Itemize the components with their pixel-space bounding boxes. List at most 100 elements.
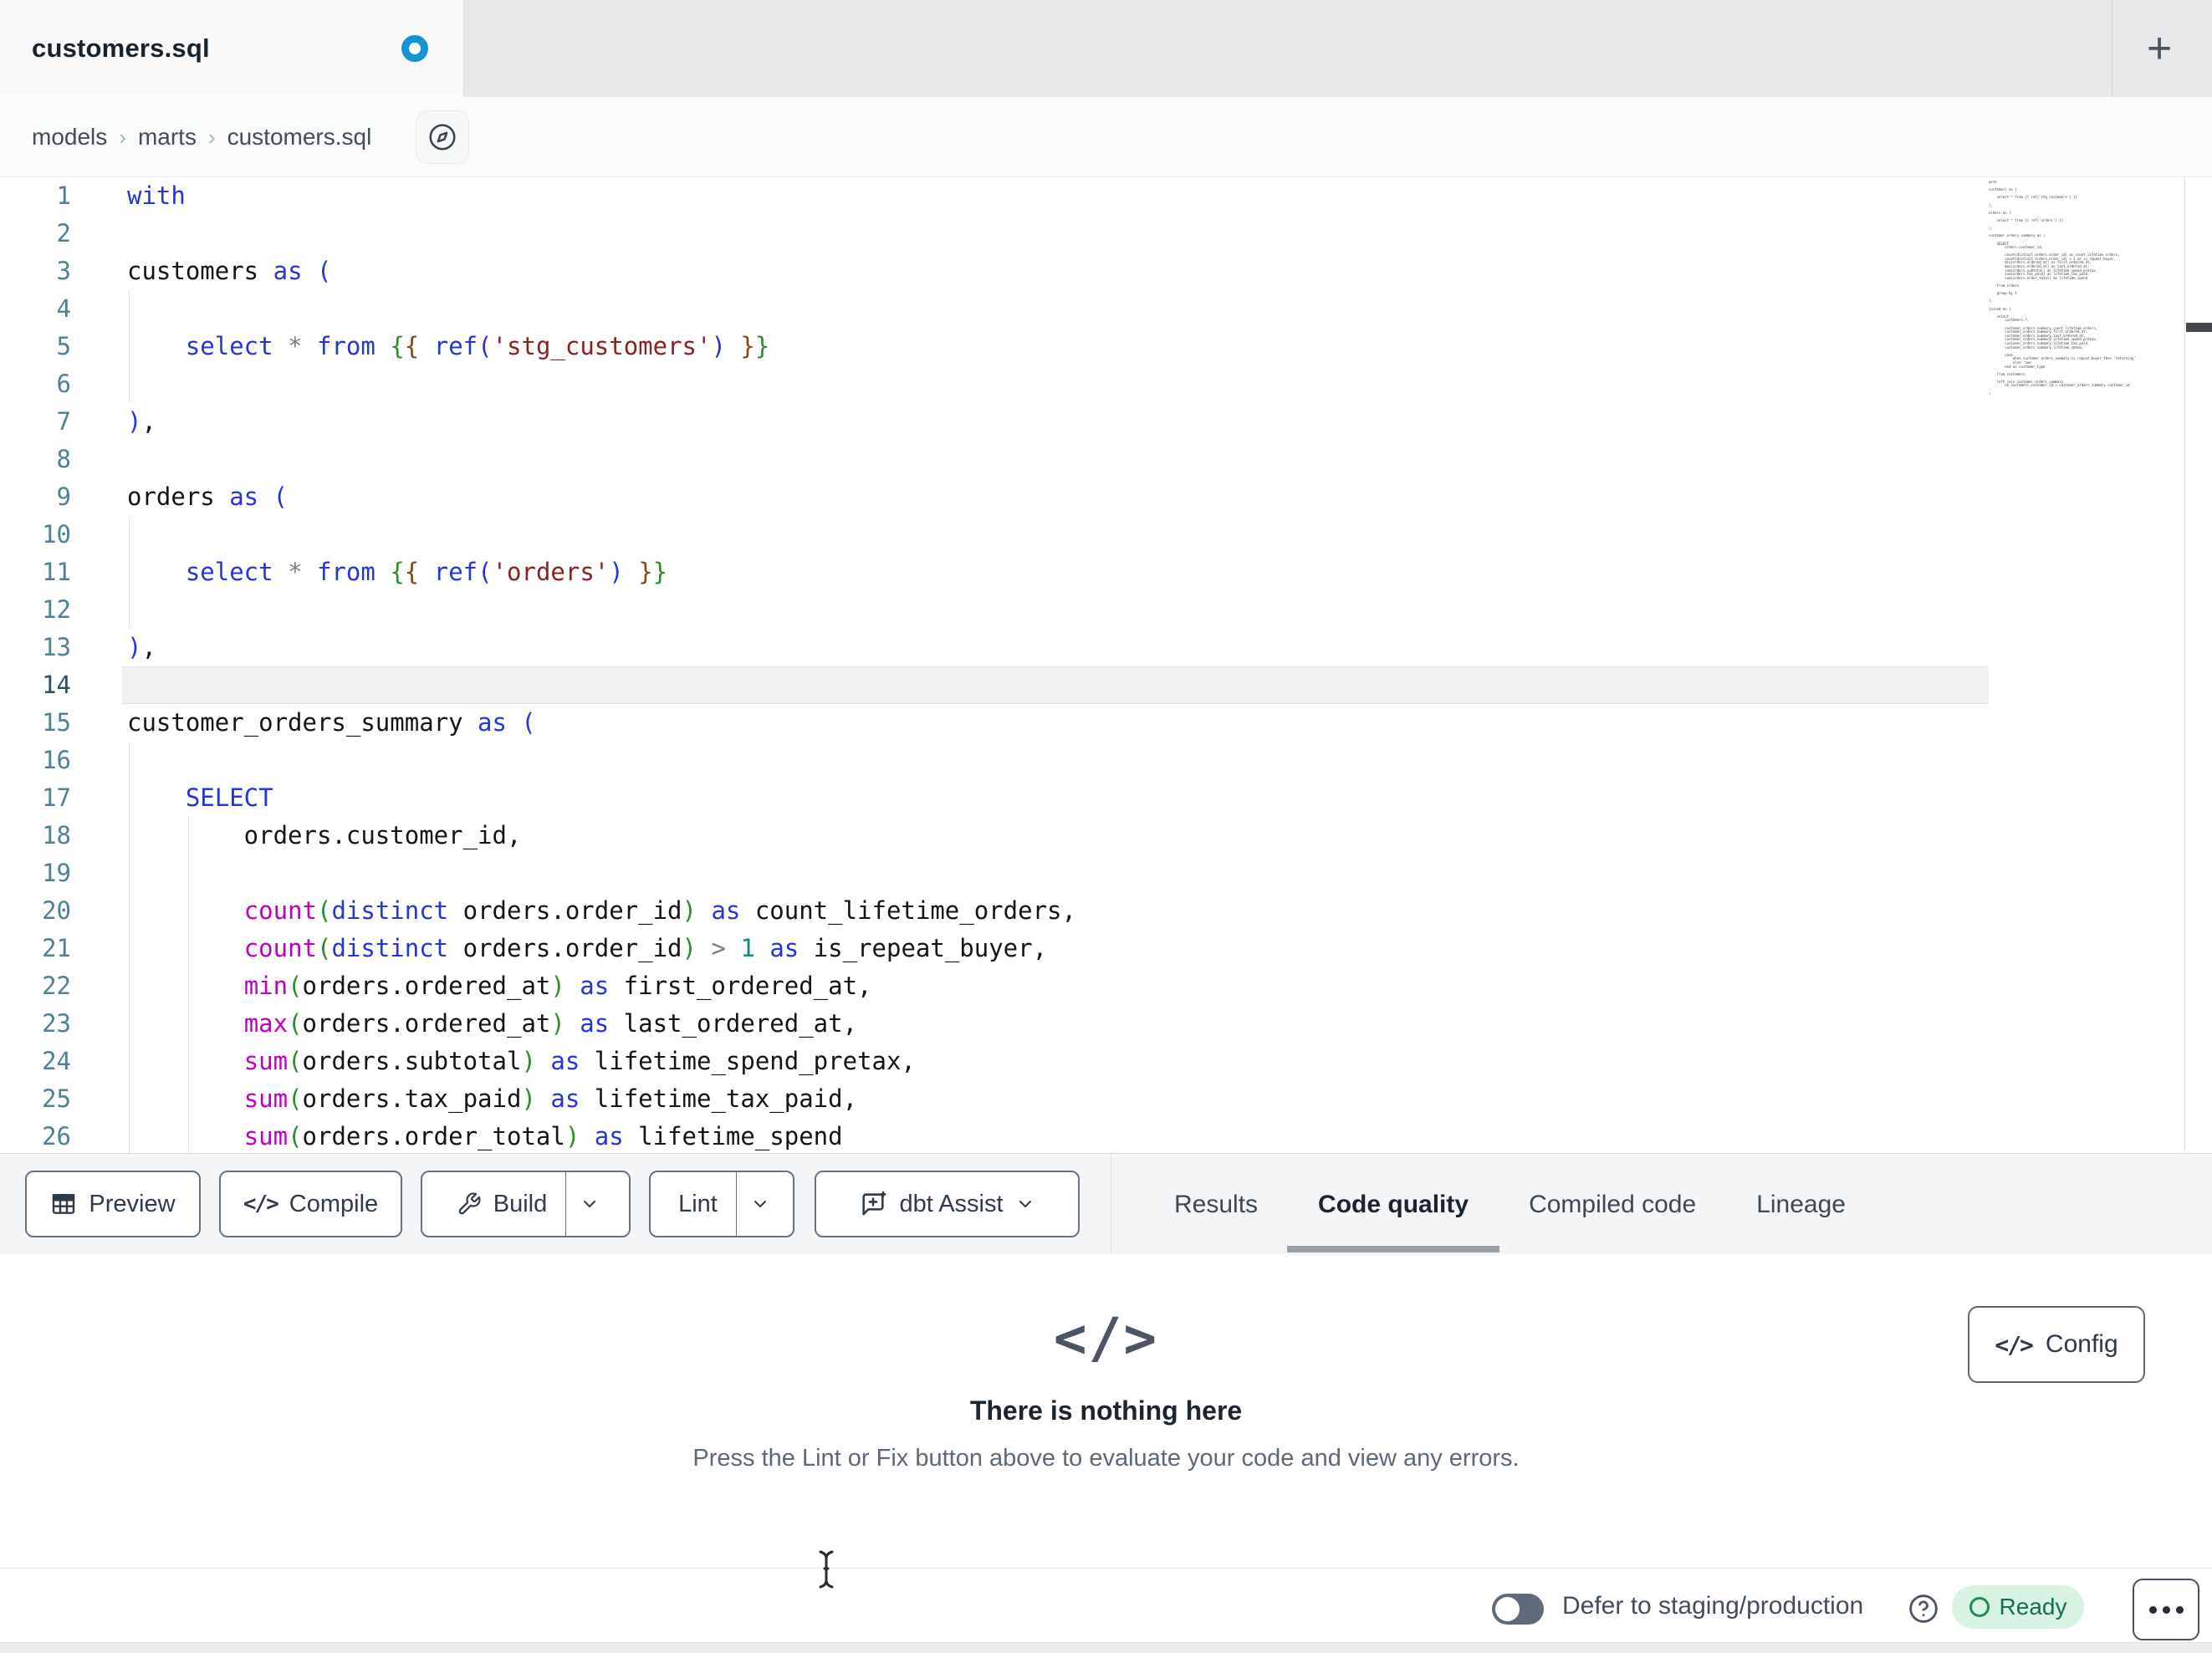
line-number[interactable]: 17 — [0, 779, 84, 817]
build-dropdown-button[interactable] — [566, 1172, 613, 1236]
code-line[interactable] — [127, 441, 1989, 478]
code-line[interactable]: select * from {{ ref('stg_customers') }} — [127, 328, 1989, 365]
code-line[interactable]: orders as ( — [127, 478, 1989, 516]
build-button[interactable]: Build — [438, 1172, 566, 1236]
file-navigate-button[interactable] — [416, 110, 469, 164]
line-number[interactable]: 10 — [0, 516, 84, 554]
ready-label: Ready — [1999, 1594, 2067, 1620]
line-number[interactable]: 13 — [0, 629, 84, 666]
dbt-assist-button[interactable]: dbt Assist — [815, 1171, 1080, 1237]
status-badge-ready[interactable]: Ready — [1952, 1585, 2084, 1629]
code-line[interactable]: count(distinct orders.order_id) as count… — [127, 892, 1989, 930]
code-line[interactable]: sum(orders.tax_paid) as lifetime_tax_pai… — [127, 1080, 1989, 1118]
code-line[interactable]: orders.customer_id, — [127, 817, 1989, 855]
line-number[interactable]: 18 — [0, 817, 84, 855]
indent-guide — [129, 290, 130, 403]
line-number[interactable]: 16 — [0, 742, 84, 779]
line-number[interactable]: 12 — [0, 591, 84, 629]
lint-button[interactable]: Lint — [660, 1172, 736, 1236]
line-number[interactable]: 19 — [0, 855, 84, 892]
code-line[interactable]: ), — [127, 403, 1989, 441]
code-line[interactable]: max(orders.ordered_at) as last_ordered_a… — [127, 1005, 1989, 1043]
line-number[interactable]: 1 — [0, 177, 84, 215]
status-bar: Defer to staging/production Ready — [0, 1568, 2212, 1642]
code-line[interactable]: select * from {{ ref('orders') }} — [127, 554, 1989, 591]
code-line[interactable]: min(orders.ordered_at) as first_ordered_… — [127, 967, 1989, 1005]
code-line[interactable] — [127, 365, 1989, 403]
compile-button[interactable]: </> Compile — [219, 1171, 402, 1237]
lint-button-label: Lint — [678, 1190, 718, 1217]
line-number-gutter: 1 2 3 4 5 6 7 8 9 10 11 12 13 14 15 16 17 18 19 20 21 22 23 24 2… — [0, 177, 84, 1153]
code-line[interactable]: ), — [127, 629, 1989, 666]
line-number[interactable]: 20 — [0, 892, 84, 930]
code-line-active[interactable] — [122, 666, 1989, 704]
panel-tabs: Results Code quality Compiled code Lineage — [1174, 1154, 1846, 1255]
new-tab-button[interactable]: + — [2129, 18, 2189, 79]
line-number[interactable]: 26 — [0, 1118, 84, 1153]
editor-scrollbar-thumb[interactable] — [2186, 323, 2212, 332]
line-number[interactable]: 23 — [0, 1005, 84, 1043]
code-line[interactable]: customers as ( — [127, 253, 1989, 290]
line-number[interactable]: 8 — [0, 441, 84, 478]
code-line[interactable]: sum(orders.subtotal) as lifetime_spend_p… — [127, 1043, 1989, 1080]
line-number[interactable]: 7 — [0, 403, 84, 441]
code-line[interactable]: with — [127, 177, 1989, 215]
breadcrumb-item-models[interactable]: models — [32, 124, 107, 151]
defer-label: Defer to staging/production — [1562, 1591, 1864, 1620]
code-line[interactable] — [127, 215, 1989, 253]
chevron-down-icon — [754, 1201, 766, 1207]
more-options-button[interactable] — [2133, 1579, 2199, 1640]
line-number[interactable]: 9 — [0, 478, 84, 516]
line-number[interactable]: 6 — [0, 365, 84, 403]
line-number[interactable]: 15 — [0, 704, 84, 742]
line-number[interactable]: 3 — [0, 253, 84, 290]
breadcrumb-item-customers-sql[interactable]: customers.sql — [227, 124, 372, 151]
code-line[interactable] — [127, 290, 1989, 328]
code-line[interactable]: customer_orders_summary as ( — [127, 704, 1989, 742]
config-button[interactable]: </> Config — [1968, 1306, 2145, 1383]
code-line[interactable] — [127, 855, 1989, 892]
config-button-label: Config — [2045, 1330, 2118, 1358]
line-number[interactable]: 21 — [0, 930, 84, 967]
wrench-icon — [458, 1192, 481, 1215]
line-number[interactable]: 4 — [0, 290, 84, 328]
code-editor[interactable]: 1 2 3 4 5 6 7 8 9 10 11 12 13 14 15 16 17 18 19 20 21 22 23 24 2… — [0, 177, 2212, 1153]
line-number[interactable]: 24 — [0, 1043, 84, 1080]
assist-chat-plus-icon — [862, 1191, 886, 1216]
code-line[interactable] — [127, 742, 1989, 779]
tab-lineage[interactable]: Lineage — [1756, 1154, 1846, 1255]
line-number[interactable]: 22 — [0, 967, 84, 1005]
tab-code-quality[interactable]: Code quality — [1287, 1154, 1500, 1255]
ide-window: customers.sql + models › marts › customers.s… — [0, 0, 2212, 1653]
indent-guide — [129, 516, 130, 629]
preview-button-label: Preview — [89, 1190, 176, 1217]
tab-compiled-code[interactable]: Compiled code — [1529, 1154, 1696, 1255]
line-number[interactable]: 14 — [0, 666, 84, 704]
line-number[interactable]: 2 — [0, 215, 84, 253]
compass-icon — [429, 124, 456, 151]
editor-scrollbar[interactable] — [2184, 177, 2212, 1153]
empty-state: </> There is nothing here Press the Lint… — [0, 1254, 2212, 1472]
code-line[interactable]: sum(orders.order_total) as lifetime_spen… — [127, 1118, 1989, 1153]
code-line[interactable] — [127, 516, 1989, 554]
line-number[interactable]: 11 — [0, 554, 84, 591]
help-icon[interactable] — [1907, 1592, 1940, 1625]
dbt-assist-button-label: dbt Assist — [899, 1190, 1004, 1217]
defer-toggle[interactable] — [1492, 1594, 1544, 1625]
code-line[interactable] — [127, 591, 1989, 629]
breadcrumb-separator: › — [207, 124, 216, 150]
preview-button[interactable]: Preview — [25, 1171, 201, 1237]
minimap[interactable]: with customers as ( select * from {{ ref(… — [1989, 181, 2181, 398]
dot-icon — [2162, 1605, 2170, 1614]
lint-dropdown-button[interactable] — [737, 1172, 784, 1236]
code-line[interactable]: SELECT — [127, 779, 1989, 817]
code-brackets-icon: </> — [1053, 1306, 1159, 1370]
ready-circle-icon — [1969, 1597, 1990, 1617]
code-line[interactable]: count(distinct orders.order_id) > 1 as i… — [127, 930, 1989, 967]
line-number[interactable]: 5 — [0, 328, 84, 365]
tab-results[interactable]: Results — [1174, 1154, 1258, 1255]
line-number[interactable]: 25 — [0, 1080, 84, 1118]
file-tab-customers-sql[interactable]: customers.sql — [0, 0, 464, 97]
breadcrumb-item-marts[interactable]: marts — [138, 124, 197, 151]
code-quality-panel: </> There is nothing here Press the Lint… — [0, 1254, 2212, 1568]
